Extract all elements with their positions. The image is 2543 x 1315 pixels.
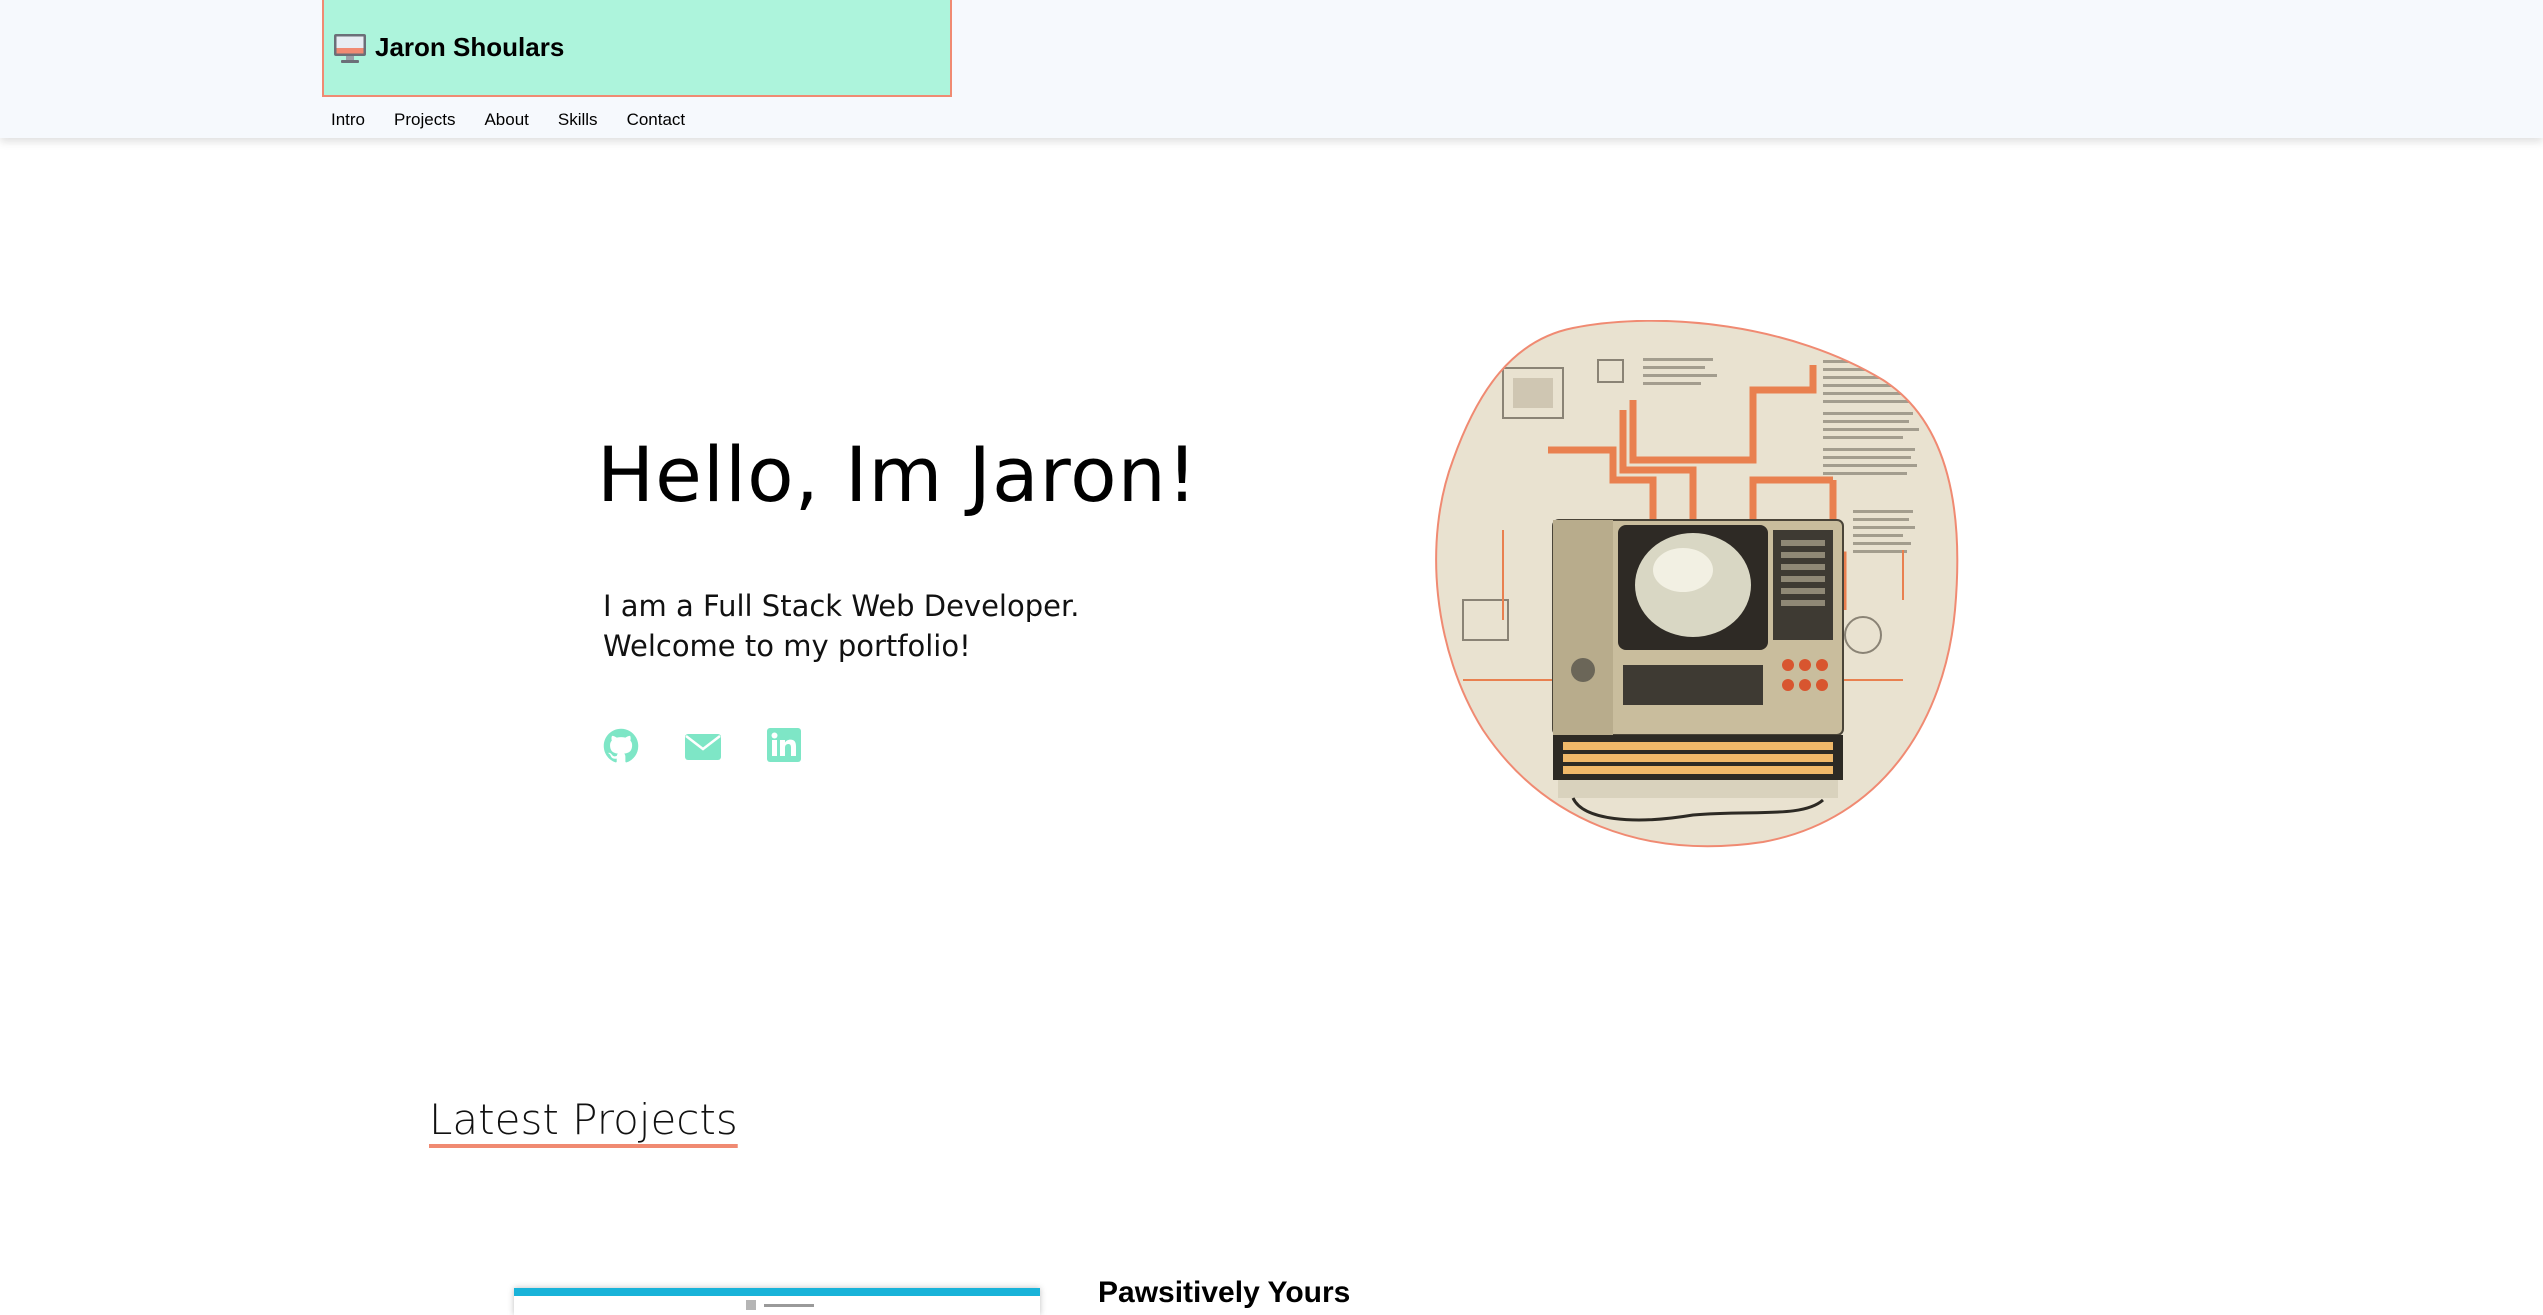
- project-thumbnail[interactable]: [514, 1288, 1040, 1315]
- email-link[interactable]: [684, 728, 722, 766]
- nav-item-about[interactable]: About: [484, 110, 528, 130]
- linkedin-icon: [767, 728, 801, 762]
- brand-name: Jaron Shoulars: [375, 32, 565, 62]
- brand[interactable]: Jaron Shoulars: [322, 0, 952, 97]
- project-name[interactable]: Pawsitively Yours: [1098, 1276, 1350, 1310]
- project-thumbnail-preview: [514, 1296, 1040, 1315]
- social-links: [603, 728, 801, 766]
- github-link[interactable]: [603, 728, 639, 766]
- email-icon: [685, 734, 721, 760]
- hero-title: Hello, Im Jaron!: [597, 430, 1199, 519]
- nav-item-projects[interactable]: Projects: [394, 110, 455, 130]
- hero-subtitle: I am a Full Stack Web Developer. Welcome…: [603, 586, 1079, 666]
- section-title-latest-projects: Latest Projects: [429, 1095, 738, 1144]
- hero-subtitle-line-1: I am a Full Stack Web Developer.: [603, 589, 1080, 623]
- nav-item-skills[interactable]: Skills: [558, 110, 598, 130]
- github-icon: [603, 728, 639, 763]
- site-header: Jaron Shoulars Intro Projects About Skil…: [0, 0, 2543, 138]
- computer-icon: [334, 33, 366, 63]
- retro-computer-illustration: [1435, 320, 1959, 848]
- linkedin-link[interactable]: [767, 728, 801, 766]
- nav-item-intro[interactable]: Intro: [331, 110, 365, 130]
- main-nav: Intro Projects About Skills Contact: [331, 110, 714, 130]
- hero-subtitle-line-2: Welcome to my portfolio!: [603, 629, 971, 663]
- nav-item-contact[interactable]: Contact: [627, 110, 686, 130]
